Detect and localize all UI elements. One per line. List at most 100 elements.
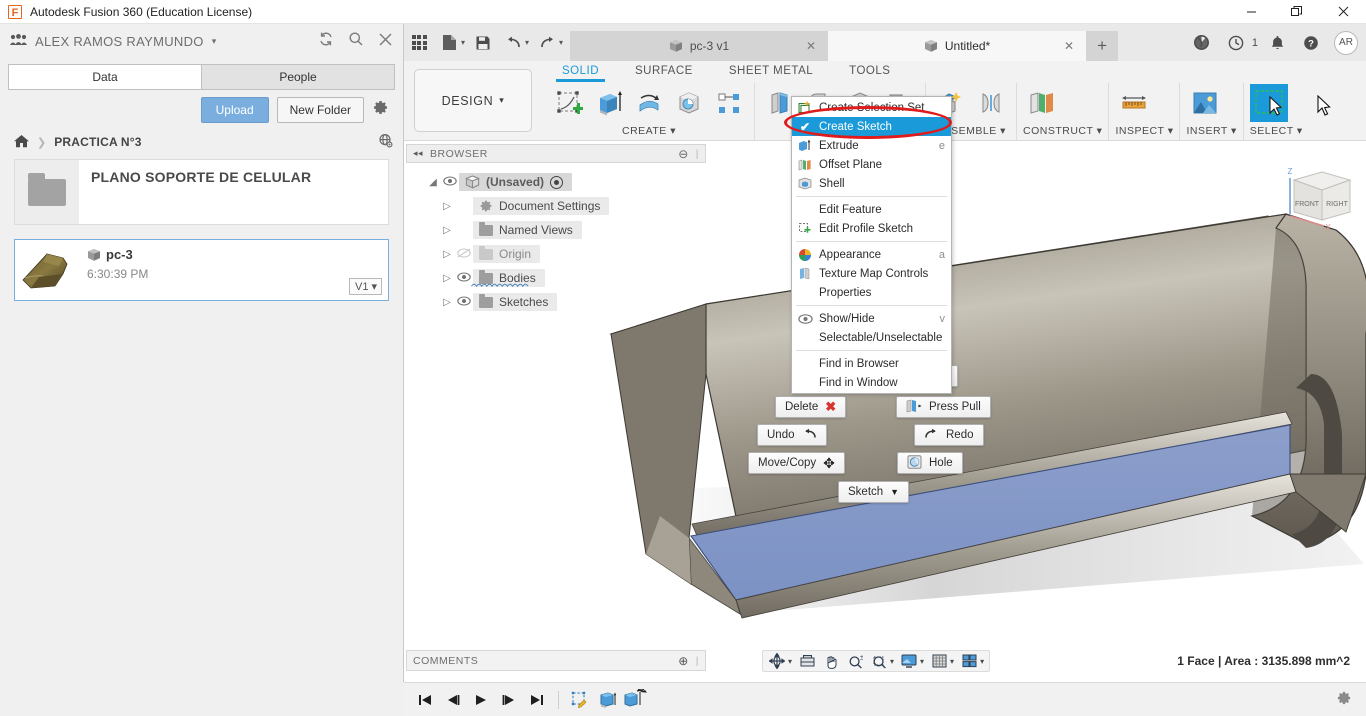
expand-arrow-icon[interactable]: ▷	[440, 297, 454, 308]
menu-item-selectable-unselectable[interactable]: Selectable/Unselectable	[792, 328, 951, 347]
notifications-bell-icon[interactable]	[1262, 28, 1292, 58]
timeline-step-back-button[interactable]	[440, 687, 466, 713]
chevron-down-icon[interactable]: ▾	[212, 36, 217, 47]
timeline-go-to-end-button[interactable]	[524, 687, 550, 713]
tree-item-unsaved[interactable]: ◢ (Unsaved)	[406, 170, 706, 194]
offset-plane-icon[interactable]	[1023, 84, 1061, 122]
upload-button[interactable]: Upload	[201, 97, 269, 123]
expand-arrow-icon[interactable]: ▷	[440, 273, 454, 284]
panel-label-insert[interactable]: INSERT ▾	[1186, 125, 1236, 141]
joint-icon[interactable]	[972, 84, 1010, 122]
account-name[interactable]: ALEX RAMOS RAYMUNDO	[35, 34, 204, 49]
tab-sheet-metal[interactable]: SHEET METAL	[711, 61, 831, 80]
home-icon[interactable]	[14, 134, 29, 151]
data-panel-gear-icon[interactable]	[372, 99, 389, 121]
timeline-step-forward-button[interactable]	[496, 687, 522, 713]
marking-sketch[interactable]: Sketch ▼	[838, 481, 909, 503]
tree-item-named-views[interactable]: ▷ Named Views	[406, 218, 706, 242]
viewports-caret-icon[interactable]: ▾	[980, 657, 984, 666]
comments-resize-handle[interactable]: |	[696, 655, 699, 667]
zoom-window-icon[interactable]	[868, 652, 890, 670]
show-data-panel-icon[interactable]	[404, 28, 434, 58]
panel-label-create[interactable]: CREATE ▾	[550, 125, 748, 141]
tab-people[interactable]: People	[201, 64, 395, 90]
tree-item-origin[interactable]: ▷ Origin	[406, 242, 706, 266]
close-window-button[interactable]	[1320, 0, 1366, 24]
new-document-icon[interactable]	[434, 28, 464, 58]
pan-hand-icon[interactable]	[820, 652, 842, 670]
display-settings-icon[interactable]	[898, 652, 920, 670]
tree-item-document-settings[interactable]: ▷ Document Settings	[406, 194, 706, 218]
collapse-browser-icon[interactable]: ◂◂	[413, 148, 423, 159]
marking-hole[interactable]: Hole	[897, 452, 963, 474]
measure-icon[interactable]	[1115, 84, 1153, 122]
grid-snap-icon[interactable]	[928, 652, 950, 670]
file-version-selector[interactable]: V1 ▾	[349, 278, 382, 295]
timeline-go-to-beginning-button[interactable]	[412, 687, 438, 713]
new-folder-button[interactable]: New Folder	[277, 97, 364, 123]
zoom-icon[interactable]: ±	[844, 652, 866, 670]
expand-arrow-icon[interactable]: ◢	[426, 177, 440, 188]
panel-label-select[interactable]: SELECT ▾	[1250, 125, 1303, 141]
menu-item-find-in-browser[interactable]: Find in Browser	[792, 354, 951, 373]
search-icon[interactable]	[348, 31, 364, 51]
browser-resize-handle[interactable]: |	[696, 148, 699, 160]
orbit-icon[interactable]	[766, 652, 788, 670]
expand-arrow-icon[interactable]: ▷	[440, 201, 454, 212]
visibility-eye-icon[interactable]	[454, 296, 473, 309]
refresh-icon[interactable]	[318, 31, 334, 51]
select-tool-icon[interactable]	[1250, 84, 1288, 122]
tree-item-bodies[interactable]: ▷ Bodies	[406, 266, 706, 290]
tab-data[interactable]: Data	[8, 64, 201, 90]
menu-item-appearance[interactable]: Appearance a	[792, 245, 951, 264]
panel-label-inspect[interactable]: INSPECT ▾	[1115, 125, 1173, 141]
close-tab-icon[interactable]: ✕	[806, 39, 816, 53]
marking-undo[interactable]: Undo	[757, 424, 827, 446]
timeline-feature-extrude[interactable]	[595, 687, 621, 713]
menu-item-create-sketch[interactable]: ✔ Create Sketch	[792, 117, 951, 136]
tab-solid[interactable]: SOLID	[544, 61, 617, 80]
menu-item-create-selection-set[interactable]: Create Selection Set	[792, 98, 951, 117]
minimize-button[interactable]	[1228, 0, 1274, 24]
file-card[interactable]: pc-3 6:30:39 PM V1 ▾	[14, 239, 389, 301]
look-at-icon[interactable]	[796, 652, 818, 670]
redo-icon[interactable]	[532, 28, 562, 58]
timeline-settings-gear-icon[interactable]	[1336, 690, 1352, 710]
comments-panel[interactable]: COMMENTS ⊕ |	[406, 650, 706, 671]
add-comment-icon[interactable]: ⊕	[678, 654, 689, 668]
menu-item-edit-profile-sketch[interactable]: Edit Profile Sketch	[792, 219, 951, 238]
browser-minimize-icon[interactable]: ⊖	[678, 147, 689, 161]
tab-surface[interactable]: SURFACE	[617, 61, 711, 80]
marking-delete[interactable]: Delete ✖	[775, 396, 846, 418]
undo-caret-icon[interactable]: ▾	[525, 38, 529, 47]
menu-item-find-in-window[interactable]: Find in Window	[792, 373, 951, 392]
menu-item-properties[interactable]: Properties	[792, 283, 951, 302]
breadcrumb-current[interactable]: PRACTICA N°3	[54, 135, 141, 149]
extension-manager-icon[interactable]	[1187, 28, 1217, 58]
zoom-window-caret-icon[interactable]: ▾	[890, 657, 894, 666]
visibility-eye-off-icon[interactable]	[454, 248, 473, 261]
marking-move-copy[interactable]: Move/Copy ✥	[748, 452, 845, 474]
visibility-eye-icon[interactable]	[440, 176, 459, 189]
tab-tools[interactable]: TOOLS	[831, 61, 908, 80]
undo-icon[interactable]	[498, 28, 528, 58]
redo-caret-icon[interactable]: ▾	[559, 38, 563, 47]
document-tab-untitled[interactable]: Untitled* ✕	[828, 31, 1086, 61]
timeline-feature-fillet[interactable]	[623, 687, 649, 713]
menu-item-shell[interactable]: Shell	[792, 174, 951, 193]
tree-item-sketches[interactable]: ▷ Sketches	[406, 290, 706, 314]
display-settings-caret-icon[interactable]: ▾	[920, 657, 924, 666]
timeline-play-button[interactable]	[468, 687, 494, 713]
orbit-caret-icon[interactable]: ▾	[788, 657, 792, 666]
new-tab-button[interactable]: +	[1086, 31, 1118, 61]
viewports-icon[interactable]	[958, 652, 980, 670]
globe-icon[interactable]	[378, 133, 393, 151]
marking-redo[interactable]: Redo	[914, 424, 984, 446]
panel-label-construct[interactable]: CONSTRUCT ▾	[1023, 125, 1102, 141]
timeline-feature-sketch[interactable]	[567, 687, 593, 713]
menu-item-offset-plane[interactable]: Offset Plane	[792, 155, 951, 174]
sweep-icon[interactable]	[670, 84, 708, 122]
menu-item-extrude[interactable]: Extrude e	[792, 136, 951, 155]
close-panel-icon[interactable]	[378, 32, 393, 51]
marking-press-pull[interactable]: Press Pull	[896, 396, 991, 418]
